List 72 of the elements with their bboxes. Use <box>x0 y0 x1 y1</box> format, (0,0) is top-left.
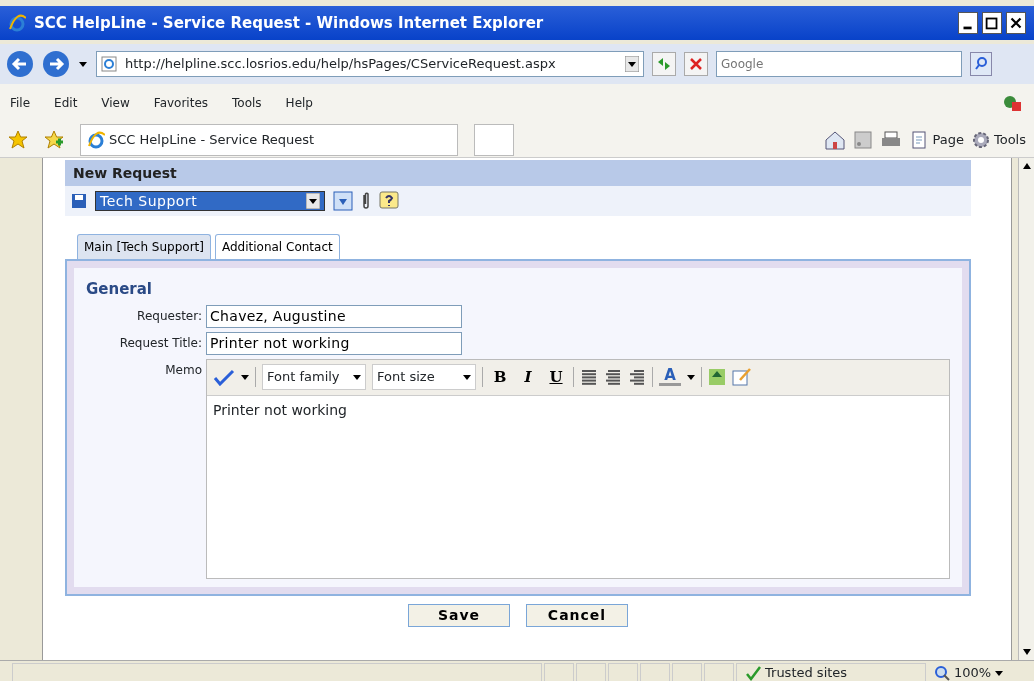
underline-button[interactable]: U <box>545 365 567 389</box>
menu-item[interactable]: Favorites <box>153 94 209 112</box>
forward-icon[interactable] <box>42 50 70 78</box>
status-pane <box>576 662 606 681</box>
memo-editor[interactable]: Font family Font size B I U A Printer not working <box>206 358 950 579</box>
save-icon[interactable] <box>71 193 87 209</box>
window-title: SCC HelpLine - Service Request - Windows Internet Explorer <box>34 12 545 34</box>
dropdown-icon[interactable] <box>625 56 639 72</box>
security-zone: Trusted sites <box>765 663 848 681</box>
action-button[interactable]: Save <box>408 603 510 627</box>
memo-text: Printer not working <box>212 400 348 420</box>
dropdown-icon[interactable] <box>463 373 471 381</box>
menu-item[interactable]: View <box>101 94 130 112</box>
text-field[interactable]: Chavez, Augustine <box>206 304 462 328</box>
home-icon[interactable] <box>824 129 847 150</box>
scrollbar[interactable] <box>1018 158 1034 660</box>
align-left-icon[interactable] <box>580 368 598 386</box>
form-tab[interactable]: Main [Tech Support] <box>77 234 211 259</box>
font-size-select[interactable]: Font size <box>372 364 476 390</box>
browser-tab[interactable]: SCC HelpLine - Service Request <box>80 123 458 156</box>
stop-icon[interactable] <box>684 52 708 76</box>
align-right-icon[interactable] <box>628 368 646 386</box>
gear-icon <box>971 130 990 149</box>
search-icon[interactable] <box>970 52 992 76</box>
italic-button[interactable]: I <box>517 365 539 389</box>
dropdown-icon[interactable] <box>78 59 88 69</box>
spellcheck-icon[interactable] <box>213 368 235 386</box>
checkmark-icon <box>745 664 761 681</box>
ie-logo-icon <box>87 130 105 149</box>
field-label: Requester: <box>136 308 203 325</box>
paperclip-icon[interactable] <box>361 191 371 211</box>
help-icon[interactable] <box>379 191 399 211</box>
menu-item[interactable]: File <box>10 94 31 112</box>
ie-page-icon <box>101 56 117 72</box>
action-button[interactable]: Cancel <box>526 603 628 627</box>
star-icon[interactable] <box>8 129 28 150</box>
category-select[interactable]: Tech Support <box>95 191 325 211</box>
panel-header: New Request <box>65 160 971 186</box>
toolbar-icon[interactable] <box>1002 94 1024 113</box>
menu-item[interactable]: Help <box>285 94 313 112</box>
section-title: General <box>86 279 153 300</box>
bold-button[interactable]: B <box>489 365 511 389</box>
status-pane <box>672 662 702 681</box>
command-button[interactable]: Tools <box>971 129 1026 150</box>
back-icon[interactable] <box>6 50 34 78</box>
zoom-button[interactable]: 100% <box>934 662 1004 681</box>
status-pane <box>544 662 574 681</box>
ie-logo-icon <box>8 14 26 32</box>
status-pane <box>608 662 638 681</box>
add-favorite-icon[interactable] <box>44 129 64 150</box>
font-family-select[interactable]: Font family <box>262 364 366 390</box>
menu-item[interactable]: Edit <box>54 94 78 112</box>
text-field[interactable]: Printer not working <box>206 331 462 355</box>
search-field[interactable]: Google <box>716 51 962 77</box>
status-pane <box>640 662 670 681</box>
address-field[interactable]: http://helpline.scc.losrios.edu/help/hsPages/CServiceRequest.aspx <box>96 51 644 77</box>
field-label: Request Title: <box>118 335 203 352</box>
page-icon <box>910 130 929 149</box>
align-center-icon[interactable] <box>604 368 622 386</box>
dropdown-icon[interactable] <box>241 373 249 381</box>
text-color-button[interactable]: A <box>659 368 681 386</box>
status-pane <box>704 662 734 681</box>
dropdown-icon[interactable] <box>353 373 361 381</box>
zoom-icon <box>934 664 950 681</box>
form-tab[interactable]: Additional Contact <box>214 234 340 259</box>
command-button[interactable]: Page <box>910 129 964 150</box>
field-label: Memo <box>164 361 203 379</box>
dropdown-icon[interactable] <box>306 193 320 209</box>
dropdown-icon <box>995 668 1004 677</box>
menu-item[interactable]: Tools <box>232 94 262 112</box>
dropdown-icon[interactable] <box>687 373 695 381</box>
image-icon[interactable] <box>708 368 726 386</box>
